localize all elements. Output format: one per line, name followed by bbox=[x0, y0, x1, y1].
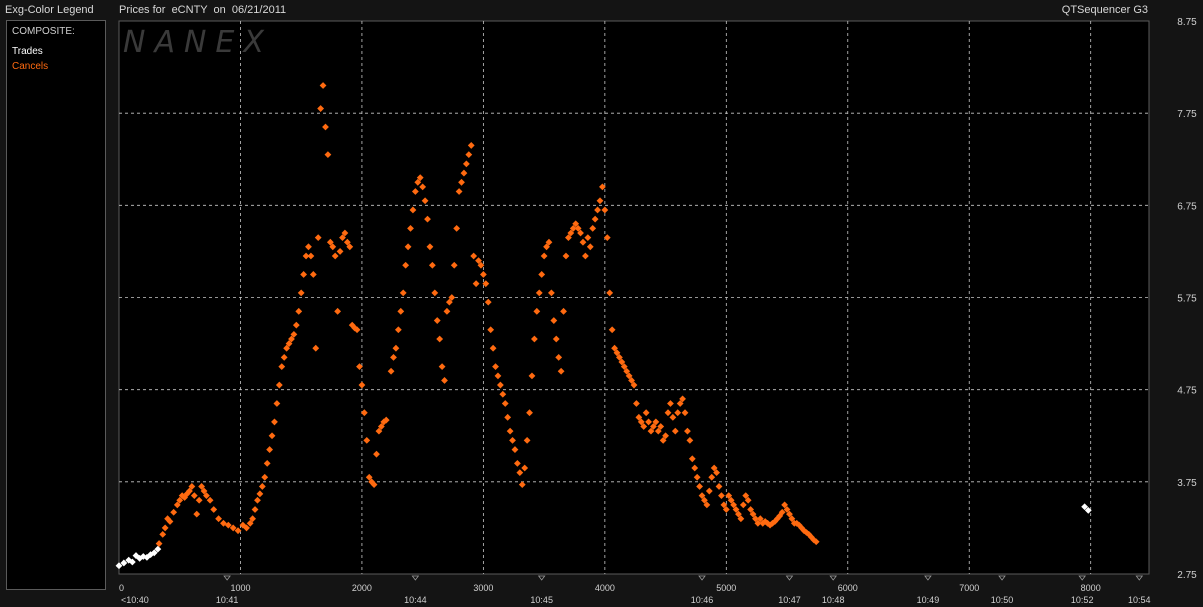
price-chart[interactable]: NANEX 2.75 3.75 4.75 5.75 6.75 7.75 8.75 0 1000 2… bbox=[0, 0, 1203, 607]
y-tick-label: 5.75 bbox=[1177, 294, 1197, 305]
time-marker bbox=[223, 575, 231, 581]
x-tick-label: 5000 bbox=[716, 583, 736, 593]
time-marker bbox=[537, 575, 546, 581]
x-tick-label: 1000 bbox=[230, 583, 250, 593]
watermark: NANEX bbox=[123, 25, 273, 60]
time-tick-label: 10:54 bbox=[1128, 595, 1151, 605]
x-tick-label: 4000 bbox=[595, 583, 615, 593]
y-tick-label: 6.75 bbox=[1177, 201, 1197, 212]
time-marker bbox=[998, 575, 1006, 581]
time-marker bbox=[411, 575, 420, 581]
time-marker bbox=[1078, 575, 1086, 581]
time-tick-label: 10:46 bbox=[691, 595, 714, 605]
plot-area bbox=[118, 20, 1150, 575]
y-tick-label: 4.75 bbox=[1177, 386, 1197, 397]
time-marker bbox=[698, 575, 706, 581]
time-tick-label: 10:48 bbox=[822, 595, 845, 605]
time-marker bbox=[924, 575, 932, 581]
time-marker bbox=[829, 575, 837, 581]
time-tick-label: 10:50 bbox=[991, 595, 1014, 605]
time-tick-label: 10:52 bbox=[1071, 595, 1094, 605]
time-marker bbox=[1135, 575, 1144, 581]
y-tick-label: 8.75 bbox=[1177, 17, 1197, 28]
x-tick-label: 0 bbox=[119, 583, 124, 593]
y-tick-label: 2.75 bbox=[1177, 570, 1197, 581]
y-tick-label: 3.75 bbox=[1177, 478, 1197, 489]
x-tick-label: 7000 bbox=[959, 583, 979, 593]
x-tick-label: 8000 bbox=[1081, 583, 1101, 593]
y-tick-label: 7.75 bbox=[1177, 109, 1197, 120]
time-tick-label: 10:47 bbox=[778, 595, 801, 605]
time-tick-label: 10:49 bbox=[917, 595, 940, 605]
time-tick-label: 10:45 bbox=[530, 595, 553, 605]
x-tick-label: 6000 bbox=[838, 583, 858, 593]
x-tick-label: 3000 bbox=[473, 583, 493, 593]
x-tick-label: 2000 bbox=[352, 583, 372, 593]
time-tick-label: 10:44 bbox=[404, 595, 427, 605]
time-tick-label: <10:40 bbox=[121, 595, 149, 605]
time-tick-label: 10:41 bbox=[216, 595, 239, 605]
time-marker bbox=[785, 575, 794, 581]
